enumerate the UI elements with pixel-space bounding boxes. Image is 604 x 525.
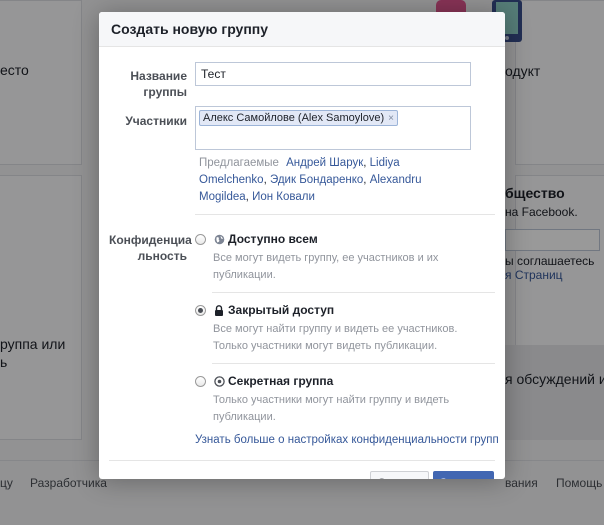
privacy-option-secret[interactable]: Секретная группа Только участники могут … — [195, 374, 495, 432]
members-input[interactable]: Алекс Самойлове (Alex Samoylove) × — [195, 106, 471, 150]
member-token-label: Алекс Самойлове (Alex Samoylove) — [203, 112, 385, 124]
option-public-desc: Все могут видеть группу, ее участников и… — [213, 252, 439, 281]
option-secret-title: Секретная группа — [228, 374, 334, 388]
option-secret-desc: Только участники могут найти группу и ви… — [213, 394, 450, 423]
member-token: Алекс Самойлове (Alex Samoylove) × — [199, 110, 398, 126]
dialog-title: Создать новую группу — [111, 21, 269, 37]
secret-icon — [213, 375, 225, 387]
remove-member-icon[interactable]: × — [388, 113, 394, 124]
privacy-label-line-2: льность — [137, 249, 187, 263]
section-divider — [195, 214, 495, 215]
radio-public[interactable] — [195, 234, 206, 245]
create-group-dialog: Создать новую группу Название группы Уча… — [99, 12, 505, 479]
privacy-label: Конфиденциа льность — [109, 232, 192, 264]
members-label: Участники — [125, 114, 187, 128]
privacy-option-closed[interactable]: Закрытый доступ Все могут найти группу и… — [195, 303, 495, 361]
group-name-input[interactable] — [195, 62, 471, 86]
suggestion-link[interactable]: Ион Ковали — [252, 191, 315, 203]
globe-icon — [213, 233, 225, 245]
create-button[interactable]: Создать — [433, 471, 494, 479]
radio-closed[interactable] — [195, 305, 206, 316]
option-closed-desc: Все могут найти группу и видеть ее участ… — [213, 323, 458, 352]
privacy-option-public[interactable]: Доступно всем Все могут видеть группу, е… — [195, 232, 495, 290]
option-divider — [212, 292, 495, 293]
suggestion-link[interactable]: Эдик Бондаренко — [270, 174, 363, 186]
option-divider — [212, 363, 495, 364]
option-closed-title: Закрытый доступ — [228, 303, 335, 317]
lock-icon — [213, 304, 225, 316]
footer-divider-dialog — [109, 460, 495, 461]
suggested-members: Предлагаемые Андрей Шарук, Lidiya Omelch… — [199, 157, 422, 203]
dialog-header: Создать новую группу — [99, 12, 505, 47]
radio-secret[interactable] — [195, 376, 206, 387]
privacy-learn-more-link[interactable]: Узнать больше о настройках конфиденциаль… — [195, 434, 499, 446]
suggestions-label: Предлагаемые — [199, 157, 279, 169]
group-name-label: Название группы — [130, 69, 187, 99]
option-public-title: Доступно всем — [228, 232, 318, 246]
cancel-button[interactable]: Отмена — [370, 471, 429, 479]
suggestion-link[interactable]: Андрей Шарук — [286, 157, 363, 169]
privacy-label-line-1: Конфиденциа — [109, 233, 192, 247]
